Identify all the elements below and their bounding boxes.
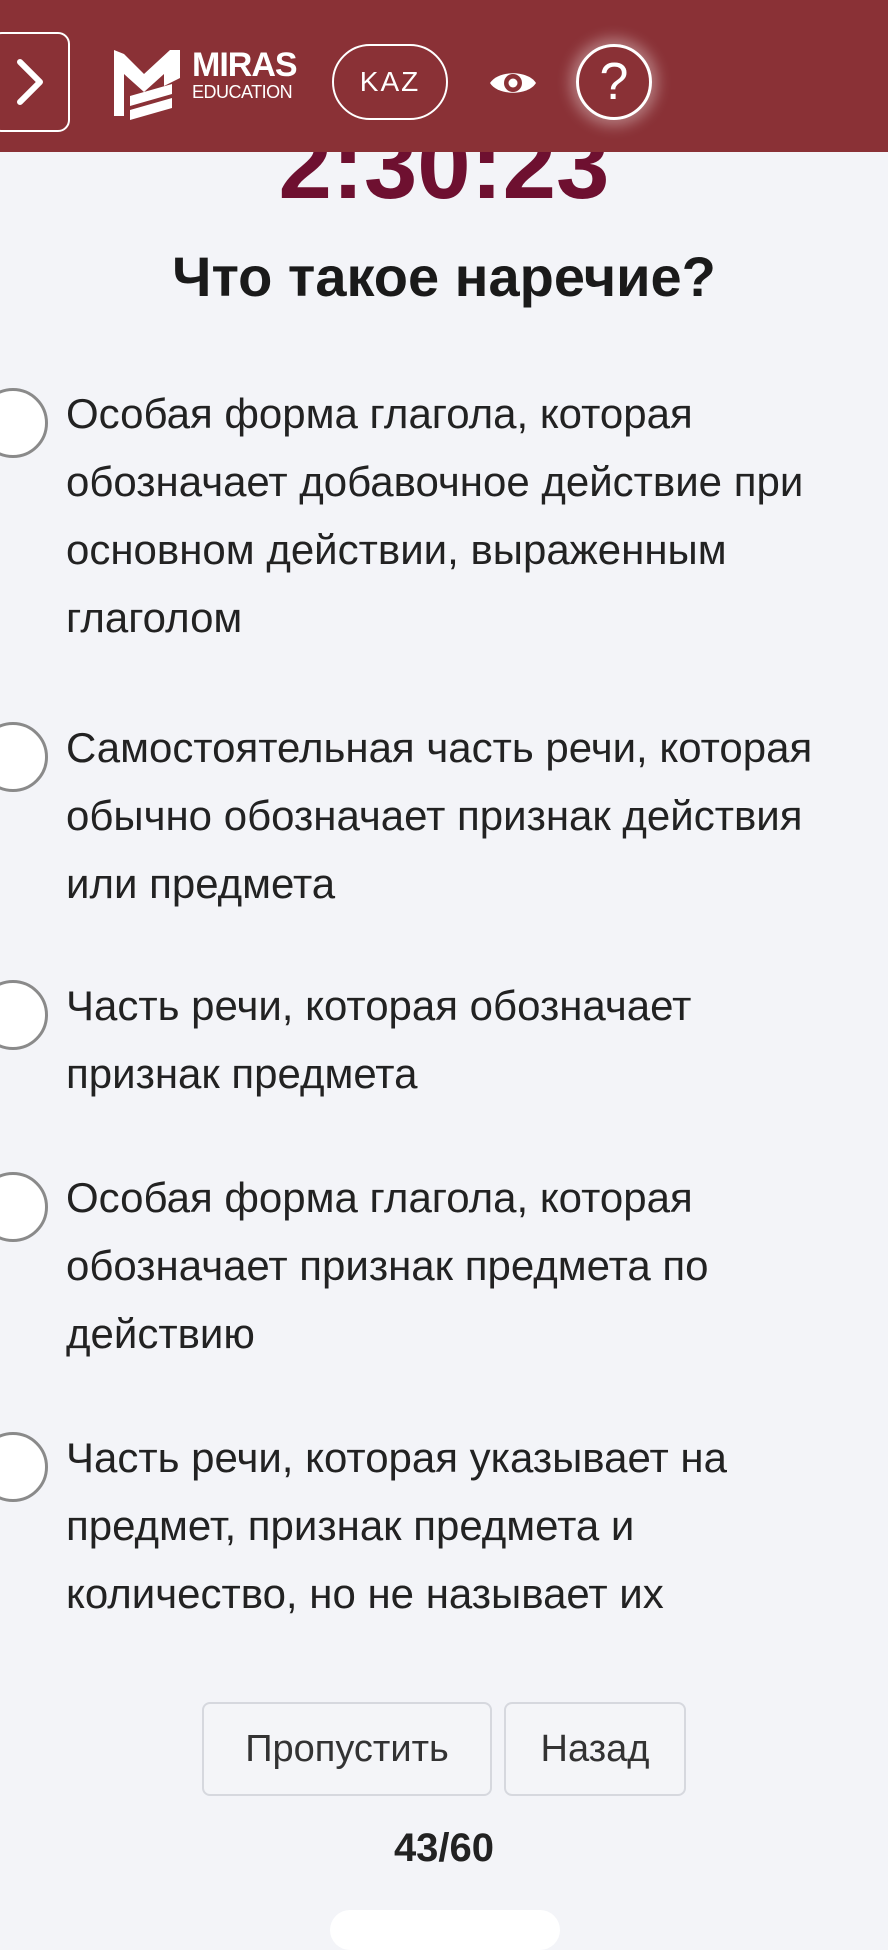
answer-line: или предмета <box>66 860 336 907</box>
chevron-right-icon <box>17 59 43 105</box>
question-title: Что такое наречие? <box>172 245 716 308</box>
language-switch-button[interactable]: KAZ <box>332 44 448 120</box>
answer-line: обозначает добавочное действие при <box>66 458 804 505</box>
answer-text[interactable]: Самостоятельная часть речи, которая обыч… <box>66 714 888 918</box>
skip-button[interactable]: Пропустить <box>202 1702 492 1796</box>
radio-button[interactable] <box>0 980 48 1050</box>
answer-line: предмет, признак предмета и <box>66 1502 635 1549</box>
answer-line: Часть речи, которая указывает на <box>66 1434 727 1481</box>
question-counter: 43/60 <box>393 1826 495 1870</box>
answer-line: обычно обозначает признак действия <box>66 792 803 839</box>
logo-mark-icon <box>114 50 180 120</box>
back-button[interactable]: Назад <box>504 1702 686 1796</box>
logo-title: MIRAS <box>192 46 298 84</box>
answer-line: основном действии, выраженным <box>66 526 727 573</box>
answer-line: Самостоятельная часть речи, которая <box>66 724 813 771</box>
radio-button[interactable] <box>0 1172 48 1242</box>
sidebar-toggle-button[interactable] <box>0 32 70 132</box>
accessibility-eye-button[interactable] <box>486 56 540 110</box>
answer-line: обозначает признак предмета по <box>66 1242 709 1289</box>
answer-text[interactable]: Часть речи, которая указывает на предмет… <box>66 1424 888 1628</box>
answer-line: Особая форма глагола, которая <box>66 390 693 437</box>
answer-text[interactable]: Особая форма глагола, которая обозначает… <box>66 380 888 652</box>
radio-button[interactable] <box>0 722 48 792</box>
eye-icon <box>490 73 536 93</box>
top-bar: MIRAS EDUCATION KAZ ? <box>0 0 888 152</box>
answer-text[interactable]: Особая форма глагола, которая обозначает… <box>66 1164 888 1368</box>
radio-button[interactable] <box>0 388 48 458</box>
radio-button[interactable] <box>0 1432 48 1502</box>
answer-line: количество, но не называет их <box>66 1570 664 1617</box>
answer-text[interactable]: Часть речи, которая обозначает признак п… <box>66 972 888 1108</box>
answer-line: Часть речи, которая обозначает <box>66 982 692 1029</box>
answer-line: глаголом <box>66 594 243 641</box>
answer-line: признак предмета <box>66 1050 418 1097</box>
help-button[interactable]: ? <box>576 44 652 120</box>
logo-subtitle: EDUCATION <box>192 82 293 102</box>
answer-line: Особая форма глагола, которая <box>66 1174 693 1221</box>
bottom-floating-pill[interactable] <box>330 1910 560 1950</box>
miras-education-logo[interactable]: MIRAS EDUCATION <box>110 44 300 122</box>
answer-line: действию <box>66 1310 255 1357</box>
